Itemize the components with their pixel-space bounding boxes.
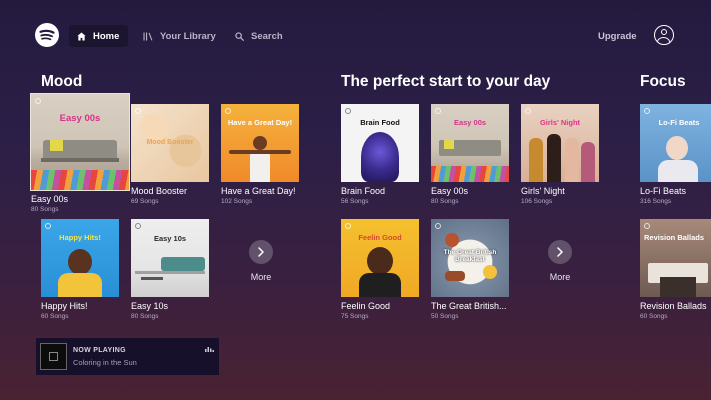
chevron-right-icon [548, 240, 572, 264]
playlist-title: Feelin Good [341, 301, 391, 311]
playlist-tile-easy-00s-selected[interactable]: Easy 00s Easy 00s 80 Songs [30, 93, 130, 213]
home-icon [77, 31, 86, 41]
playlist-cover: Revision Ballads [640, 219, 711, 297]
playlist-song-count: 60 Songs [41, 313, 69, 320]
nav-search[interactable]: Search [235, 25, 283, 47]
nav-library-label: Your Library [160, 30, 216, 42]
playlist-title: The Great British... [431, 301, 507, 311]
section-title-mood: Mood [41, 73, 83, 90]
more-button-mood[interactable]: More [241, 240, 281, 282]
playlist-tile-have-a-great-day[interactable]: Have a Great Day! Have a Great Day! 102 … [221, 104, 299, 205]
playlist-title: Easy 00s [31, 194, 69, 204]
playlist-tile-mood-booster[interactable]: Mood Booster Mood Booster 69 Songs [131, 104, 209, 205]
now-playing-artwork [40, 343, 67, 370]
playlist-tile-lo-fi-beats[interactable]: Lo-Fi Beats Lo-Fi Beats 316 Songs [640, 104, 711, 205]
now-playing-track: Coloring in the Sun [73, 358, 137, 367]
playlist-cover: Feelin Good [341, 219, 419, 297]
chevron-right-icon [249, 240, 273, 264]
playlist-cover: Lo-Fi Beats [640, 104, 711, 182]
now-playing-label: NOW PLAYING [73, 347, 126, 354]
playlist-tile-easy-00s[interactable]: Easy 00s Easy 00s 80 Songs [431, 104, 509, 205]
more-button-perfect-start[interactable]: More [540, 240, 580, 282]
playlist-cover: Brain Food [341, 104, 419, 182]
playlist-song-count: 80 Songs [131, 313, 159, 320]
equalizer-icon [205, 347, 214, 352]
playlist-title: Easy 00s [431, 186, 469, 196]
playlist-cover: Have a Great Day! [221, 104, 299, 182]
spotify-logo-icon[interactable] [35, 23, 59, 47]
user-icon[interactable] [654, 25, 674, 45]
playlist-song-count: 106 Songs [521, 198, 553, 205]
playlist-title: Revision Ballads [640, 301, 707, 311]
playlist-tile-easy-10s[interactable]: Easy 10s Easy 10s 80 Songs [131, 219, 209, 320]
upgrade-button[interactable]: Upgrade [598, 31, 637, 42]
playlist-song-count: 316 Songs [640, 198, 672, 205]
playlist-song-count: 102 Songs [221, 198, 253, 205]
playlist-title: Happy Hits! [41, 301, 88, 311]
search-icon [235, 31, 244, 41]
playlist-song-count: 50 Songs [431, 313, 459, 320]
playlist-title: Girls' Night [521, 186, 565, 196]
nav-your-library[interactable]: Your Library [143, 25, 216, 47]
nav-home[interactable]: Home [69, 25, 129, 47]
now-playing-bar[interactable]: NOW PLAYING Coloring in the Sun [36, 338, 219, 375]
playlist-cover: Happy Hits! [41, 219, 119, 297]
section-title-perfect-start: The perfect start to your day [341, 73, 551, 90]
nav-search-label: Search [251, 30, 283, 42]
playlist-cover: Girls' Night [521, 104, 599, 182]
playlist-song-count: 75 Songs [341, 313, 369, 320]
playlist-tile-girls-night[interactable]: Girls' Night Girls' Night 106 Songs [521, 104, 599, 205]
playlist-cover: Easy 00s [30, 93, 130, 191]
playlist-cover: The Great British Breakfast [431, 219, 509, 297]
top-bar: Home Your Library Search Upgrade [0, 0, 711, 70]
more-label: More [549, 272, 571, 282]
playlist-title: Have a Great Day! [221, 186, 296, 196]
playlist-cover: Easy 00s [431, 104, 509, 182]
nav-home-label: Home [93, 30, 120, 42]
playlist-song-count: 80 Songs [431, 198, 459, 205]
playlist-tile-feelin-good[interactable]: Feelin Good Feelin Good 75 Songs [341, 219, 419, 320]
playlist-song-count: 60 Songs [640, 313, 668, 320]
playlist-title: Easy 10s [131, 301, 169, 311]
playlist-tile-revision-ballads[interactable]: Revision Ballads Revision Ballads 60 Son… [640, 219, 711, 320]
playlist-cover: Easy 10s [131, 219, 209, 297]
playlist-tile-happy-hits[interactable]: Happy Hits! Happy Hits! 60 Songs [41, 219, 119, 320]
playlist-tile-brain-food[interactable]: Brain Food Brain Food 56 Songs [341, 104, 419, 205]
section-title-focus: Focus [640, 73, 686, 90]
playlist-title: Brain Food [341, 186, 386, 196]
playlist-song-count: 56 Songs [341, 198, 369, 205]
playlist-song-count: 69 Songs [131, 198, 159, 205]
more-label: More [250, 272, 272, 282]
playlist-cover: Mood Booster [131, 104, 209, 182]
library-icon [143, 32, 153, 40]
playlist-title: Mood Booster [131, 186, 188, 196]
playlist-tile-great-british-breakfast[interactable]: The Great British Breakfast The Great Br… [431, 219, 509, 320]
playlist-title: Lo-Fi Beats [640, 186, 687, 196]
playlist-song-count: 80 Songs [31, 206, 59, 213]
